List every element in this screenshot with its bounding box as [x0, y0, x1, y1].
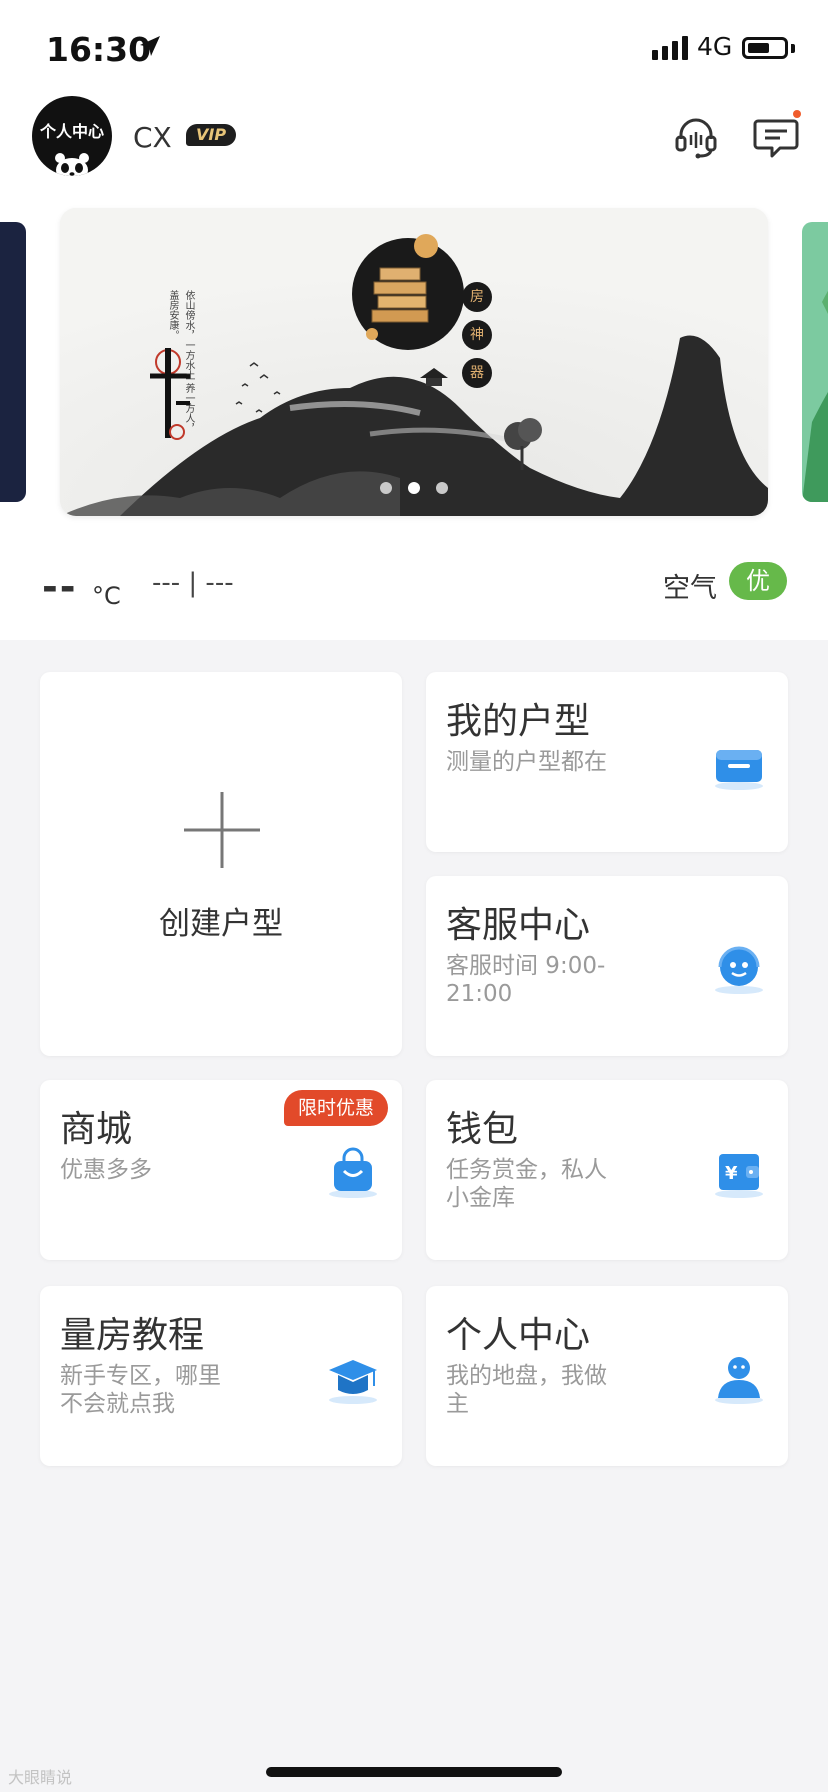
svg-text:¥: ¥ — [725, 1163, 738, 1184]
page-dot[interactable] — [380, 482, 392, 494]
home-indicator[interactable] — [266, 1767, 562, 1777]
weather-description: --- | --- — [152, 568, 234, 598]
watermark: 大眼睛说 — [8, 1768, 73, 1787]
create-layout-card[interactable]: 创建户型 — [40, 672, 402, 1056]
banner-char: 器 — [462, 358, 492, 388]
avatar-text: 个人中心 — [39, 122, 104, 141]
banner-pagination — [60, 479, 768, 498]
shopping-bag-icon — [329, 1147, 377, 1198]
status-bar: 16:30 4G — [0, 0, 828, 100]
message-unread-dot — [793, 110, 801, 118]
banner-slide[interactable]: 房 神 器 依山傍水，一方水土 养一方人，盖房安康。 — [60, 208, 768, 516]
customer-service-icon[interactable] — [672, 113, 720, 161]
panda-icon — [55, 153, 89, 176]
battery-tip — [791, 44, 795, 53]
service-center-card[interactable]: 客服中心 客服时间 9:00-21:00 — [426, 876, 788, 1056]
wallet-icon: ¥ — [715, 1154, 763, 1198]
limited-offer-badge: 限时优惠 — [284, 1090, 389, 1126]
wallet-card[interactable]: 钱包 任务赏金，私人小金库 ¥ — [426, 1080, 788, 1260]
mall-title: 商城 — [60, 1109, 133, 1150]
username: CX — [133, 121, 172, 154]
profile-subtitle: 我的地盘，我做主 — [446, 1363, 607, 1417]
network-type: 4G — [697, 32, 733, 61]
my-layouts-card[interactable]: 我的户型 测量的户型都在 — [426, 672, 788, 852]
profile-title: 个人中心 — [446, 1315, 591, 1356]
create-layout-label: 创建户型 — [159, 906, 283, 942]
tutorial-subtitle: 新手专区，哪里不会就点我 — [60, 1363, 221, 1417]
inbox-tray-icon — [715, 750, 763, 790]
banner-char: 神 — [462, 320, 492, 350]
air-quality-label: 空气 — [663, 573, 717, 604]
battery-level — [748, 43, 769, 53]
banner-char: 房 — [462, 282, 492, 312]
customer-service-robot-icon — [715, 946, 763, 994]
my-layouts-title: 我的户型 — [446, 701, 591, 742]
banner-poem: 依山傍水，一方水土 养一方人，盖房安康。 — [167, 290, 194, 434]
battery-icon — [742, 37, 788, 59]
user-icon — [715, 1357, 763, 1404]
service-center-subtitle: 客服时间 9:00-21:00 — [446, 953, 606, 1007]
air-quality-badge: 优 — [729, 562, 787, 600]
vip-badge: VIP — [186, 124, 237, 146]
location-arrow-icon — [140, 36, 160, 56]
wallet-subtitle: 任务赏金，私人小金库 — [446, 1157, 607, 1211]
page-dot-active[interactable] — [408, 482, 420, 494]
graduation-cap-icon — [329, 1360, 377, 1404]
avatar[interactable]: 个人中心 — [32, 96, 112, 176]
tutorial-card[interactable]: 量房教程 新手专区，哪里不会就点我 — [40, 1286, 402, 1466]
message-icon[interactable] — [752, 113, 800, 161]
status-time: 16:30 — [46, 30, 152, 69]
signal-icon — [652, 36, 688, 60]
page-dot[interactable] — [436, 482, 448, 494]
leaf-icon — [802, 290, 828, 502]
banner-next-slide[interactable] — [802, 222, 828, 502]
mall-subtitle: 优惠多多 — [60, 1157, 152, 1183]
temperature-value: -- — [42, 565, 78, 609]
mall-card[interactable]: 商城 优惠多多 限时优惠 — [40, 1080, 402, 1260]
profile-card[interactable]: 个人中心 我的地盘，我做主 — [426, 1286, 788, 1466]
service-center-title: 客服中心 — [446, 905, 591, 946]
wallet-title: 钱包 — [446, 1109, 519, 1150]
temperature-unit: °C — [92, 582, 121, 610]
plus-icon — [184, 792, 260, 868]
tutorial-title: 量房教程 — [60, 1315, 205, 1356]
my-layouts-subtitle: 测量的户型都在 — [446, 749, 607, 775]
banner-previous-slide[interactable] — [0, 222, 26, 502]
